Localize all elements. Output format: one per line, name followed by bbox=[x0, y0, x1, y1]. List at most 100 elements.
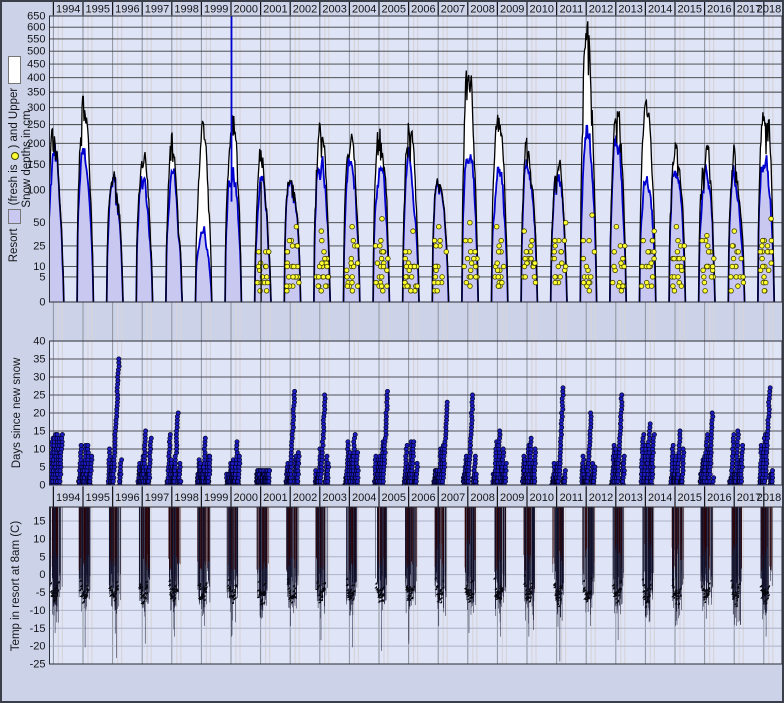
fresh-snow-dot bbox=[474, 275, 479, 280]
year-label: 2008 bbox=[470, 492, 494, 504]
fresh-snow-dot bbox=[646, 250, 651, 255]
fresh-snow-dot bbox=[468, 250, 473, 255]
tick-label: -5 bbox=[36, 587, 46, 599]
fresh-snow-dot bbox=[682, 244, 687, 249]
fresh-snow-dot bbox=[355, 261, 360, 266]
fresh-snow-dot bbox=[592, 250, 597, 255]
fresh-snow-dot bbox=[619, 289, 624, 294]
fresh-snow-dot bbox=[404, 275, 409, 280]
fresh-snow-dot bbox=[463, 238, 468, 243]
snow-history-chart: 1994199519961997199819992000200120022003… bbox=[0, 0, 784, 703]
tick-label: 0 bbox=[39, 480, 45, 492]
tick-label: 15 bbox=[33, 516, 45, 528]
fresh-snow-dot bbox=[444, 250, 449, 255]
fresh-snow-dot bbox=[381, 289, 386, 294]
fresh-snow-dot bbox=[500, 280, 505, 285]
fresh-snow-dot bbox=[709, 275, 714, 280]
fresh-snow-dot bbox=[434, 244, 439, 249]
year-label: 2006 bbox=[411, 492, 435, 504]
fresh-snow-dot bbox=[672, 289, 677, 294]
fresh-snow-dot bbox=[702, 275, 707, 280]
fresh-snow-dot bbox=[462, 264, 467, 269]
fresh-snow-dot bbox=[732, 229, 737, 234]
fresh-snow-dot bbox=[701, 268, 706, 273]
days-since-snow-dot bbox=[581, 454, 585, 458]
tick-label: 0 bbox=[39, 297, 45, 309]
fresh-snow-dot bbox=[766, 268, 771, 273]
fresh-snow-dot bbox=[552, 250, 557, 255]
days-since-snow-dot bbox=[235, 440, 239, 444]
year-label: 2005 bbox=[382, 4, 406, 16]
fresh-snow-dot bbox=[264, 275, 269, 280]
days-since-snow-dot bbox=[107, 447, 111, 451]
fresh-snow-dot bbox=[741, 275, 746, 280]
year-label: 2000 bbox=[234, 492, 258, 504]
days-since-snow-dot bbox=[736, 429, 740, 433]
fresh-snow-dot bbox=[499, 238, 504, 243]
days-since-snow-dot bbox=[768, 386, 772, 390]
fresh-snow-dot bbox=[494, 224, 499, 229]
fresh-snow-dot bbox=[381, 250, 386, 255]
days-since-snow-dot bbox=[296, 451, 300, 455]
days-since-snow-dot bbox=[203, 436, 207, 440]
fresh-snow-dot bbox=[351, 238, 356, 243]
tick-label: 100 bbox=[27, 184, 45, 196]
year-label: 2012 bbox=[589, 492, 613, 504]
fresh-snow-dot bbox=[584, 264, 589, 269]
fresh-snow-dot bbox=[415, 284, 420, 289]
fresh-snow-dot bbox=[496, 275, 501, 280]
year-label: 2001 bbox=[263, 4, 287, 16]
days-since-snow-dot bbox=[412, 440, 416, 444]
fresh-snow-dot bbox=[433, 264, 438, 269]
days-since-snow-dot bbox=[614, 447, 618, 451]
fresh-snow-dot bbox=[294, 224, 299, 229]
fresh-snow-dot bbox=[264, 264, 269, 269]
tick-label: 350 bbox=[27, 87, 45, 99]
year-label: 2006 bbox=[411, 4, 435, 16]
chart-canvas: 1994199519961997199819992000200120022003… bbox=[0, 0, 784, 703]
fresh-snow-dot bbox=[765, 244, 770, 249]
fresh-snow-dot bbox=[587, 289, 592, 294]
fresh-snow-dot bbox=[553, 280, 558, 285]
days-since-snow-dot bbox=[60, 433, 64, 437]
fresh-snow-dot bbox=[621, 256, 626, 261]
fresh-snow-dot bbox=[438, 238, 443, 243]
fresh-snow-dot bbox=[758, 250, 763, 255]
year-label: 2003 bbox=[322, 492, 346, 504]
year-label: 2018 bbox=[757, 492, 781, 504]
fresh-snow-dot bbox=[285, 250, 290, 255]
year-label: 2005 bbox=[382, 492, 406, 504]
fresh-snow-dot bbox=[674, 224, 679, 229]
fresh-snow-dot bbox=[587, 280, 592, 285]
tick-label: 300 bbox=[27, 102, 45, 114]
days-since-snow-dot bbox=[770, 469, 774, 473]
fresh-snow-dot bbox=[436, 280, 441, 285]
fresh-snow-dot bbox=[619, 261, 624, 266]
days-since-snow-dot bbox=[346, 440, 350, 444]
fresh-snow-dot bbox=[618, 244, 623, 249]
fresh-snow-dot bbox=[405, 284, 410, 289]
fresh-snow-dot bbox=[316, 275, 321, 280]
fresh-snow-dot bbox=[375, 261, 380, 266]
fresh-snow-dot bbox=[730, 244, 735, 249]
year-label: 2012 bbox=[589, 4, 613, 16]
days-tick-labels: 4035302520151050 bbox=[33, 336, 45, 492]
fresh-snow-dot bbox=[287, 238, 292, 243]
fresh-snow-dot bbox=[532, 275, 537, 280]
fresh-snow-dot bbox=[495, 261, 500, 266]
fresh-snow-dot bbox=[705, 264, 710, 269]
year-label: 2004 bbox=[352, 4, 376, 16]
fresh-snow-dot bbox=[641, 238, 646, 243]
tick-label: 5 bbox=[39, 271, 45, 283]
fresh-snow-dot bbox=[524, 250, 529, 255]
fresh-snow-dot bbox=[556, 264, 561, 269]
days-since-snow-dot bbox=[169, 458, 173, 462]
tick-label: 30 bbox=[33, 372, 45, 384]
days-since-snow-dot bbox=[415, 461, 419, 465]
fresh-snow-dot bbox=[705, 233, 710, 238]
fresh-snow-dot bbox=[703, 289, 708, 294]
tick-label: 40 bbox=[33, 336, 45, 348]
year-label: 1994 bbox=[56, 4, 80, 16]
fresh-snow-dot bbox=[465, 256, 470, 261]
year-label: 2004 bbox=[352, 492, 376, 504]
